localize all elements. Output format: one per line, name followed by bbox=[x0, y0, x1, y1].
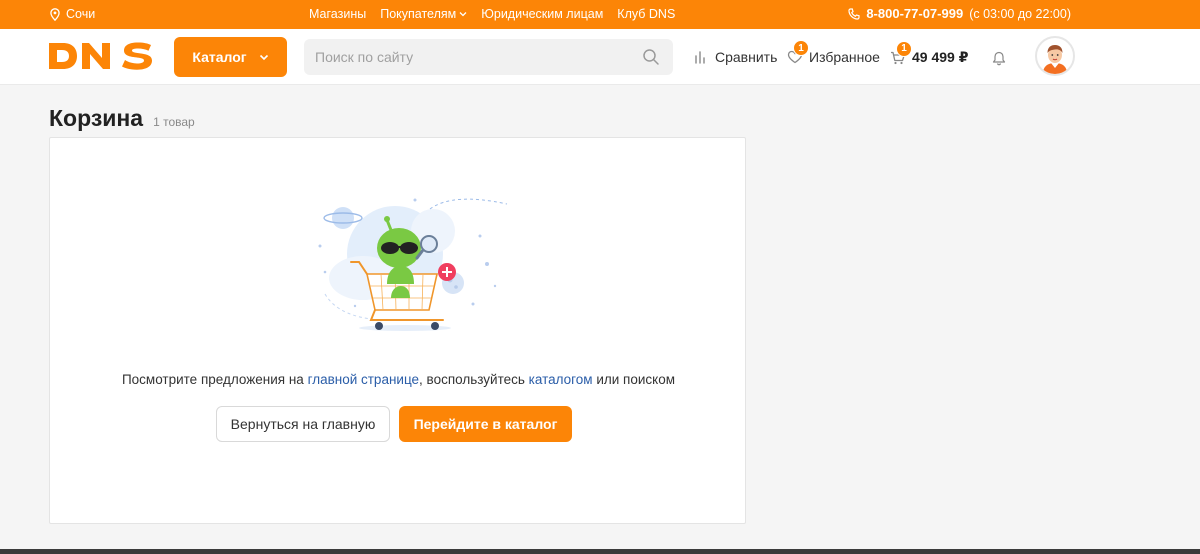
main-header: Каталог Сравнить 1 Избранное 1 bbox=[0, 29, 1200, 85]
cart-item-count: 1 товар bbox=[153, 115, 195, 129]
chevron-down-icon bbox=[459, 12, 467, 17]
back-home-button[interactable]: Вернуться на главную bbox=[216, 406, 390, 442]
catalog-button-label: Каталог bbox=[192, 49, 247, 65]
city-name: Сочи bbox=[66, 7, 96, 21]
cart-total: 49 499 ₽ bbox=[912, 49, 969, 65]
city-selector[interactable]: Сочи bbox=[50, 7, 95, 21]
home-page-link[interactable]: главной странице bbox=[308, 372, 419, 387]
phone-number: 8-800-77-07-999 bbox=[866, 6, 964, 21]
chevron-down-icon bbox=[259, 54, 268, 60]
footer-strip bbox=[0, 549, 1200, 554]
top-link-stores[interactable]: Магазины bbox=[309, 7, 366, 21]
favorites-label: Избранное bbox=[809, 49, 880, 65]
dns-logo[interactable] bbox=[49, 41, 153, 71]
favorites-link[interactable]: 1 Избранное bbox=[787, 40, 880, 65]
avatar-face-icon bbox=[1043, 45, 1067, 74]
phone-hours: (с 03:00 до 22:00) bbox=[969, 6, 1071, 21]
catalog-link[interactable]: каталогом bbox=[529, 372, 593, 387]
user-avatar[interactable] bbox=[1035, 36, 1075, 76]
page-title: Корзина bbox=[49, 105, 144, 131]
compare-link[interactable]: Сравнить bbox=[693, 49, 777, 65]
top-nav: Магазины Покупателям Юридическим лицам К… bbox=[309, 7, 675, 21]
catalog-button[interactable]: Каталог bbox=[174, 37, 287, 77]
alien-cart-illustration bbox=[318, 198, 508, 331]
cart-icon-wrap: 1 bbox=[890, 40, 912, 65]
cart-count-badge: 1 bbox=[896, 40, 912, 57]
top-link-business[interactable]: Юридическим лицам bbox=[481, 7, 603, 21]
phone-contact[interactable]: 8-800-77-07-999 (с 03:00 до 22:00) bbox=[848, 6, 1071, 21]
phone-icon bbox=[848, 7, 860, 20]
page-title-row: Корзина 1 товар bbox=[49, 105, 195, 132]
compare-icon bbox=[695, 51, 705, 64]
cart-link[interactable]: 1 49 499 ₽ bbox=[890, 40, 969, 66]
top-bar: Сочи Магазины Покупателям Юридическим ли… bbox=[0, 0, 1200, 29]
top-link-customers[interactable]: Покупателям bbox=[380, 7, 467, 21]
favorites-icon-wrap: 1 bbox=[787, 40, 809, 64]
top-link-club[interactable]: Клуб DNS bbox=[617, 7, 675, 21]
top-link-customers-label: Покупателям bbox=[380, 7, 457, 21]
message-text-1: Посмотрите предложения на bbox=[121, 372, 308, 387]
empty-cart-message: Посмотрите предложения на главной страни… bbox=[50, 372, 747, 387]
message-text-3: или поиском bbox=[592, 372, 676, 387]
search-icon[interactable] bbox=[642, 48, 660, 66]
empty-cart-card: Посмотрите предложения на главной страни… bbox=[49, 137, 746, 524]
bell-icon[interactable] bbox=[992, 51, 1006, 66]
go-to-catalog-button[interactable]: Перейдите в каталог bbox=[399, 406, 572, 442]
location-pin-icon bbox=[50, 7, 60, 21]
favorites-count-badge: 1 bbox=[793, 40, 809, 56]
message-text-2: , воспользуйтесь bbox=[419, 372, 529, 387]
search-box bbox=[304, 39, 673, 75]
search-input[interactable] bbox=[304, 39, 634, 75]
compare-label: Сравнить bbox=[715, 49, 778, 65]
